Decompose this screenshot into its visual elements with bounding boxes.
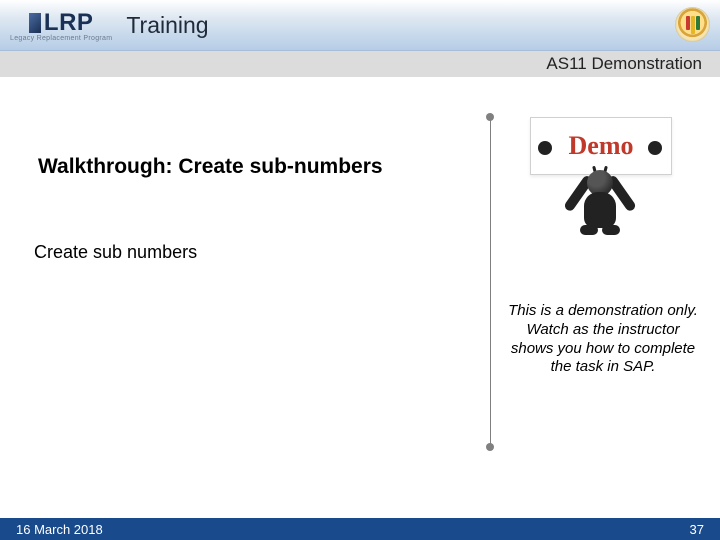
vertical-divider [490,117,491,447]
page-title: Training [126,12,208,39]
section-label: AS11 Demonstration [546,54,702,74]
seal-icon [675,7,710,42]
page-number: 37 [690,522,704,537]
demo-label: Demo [569,131,634,161]
step-text: Create sub numbers [34,242,197,263]
header-banner: LRP Legacy Replacement Program Training [0,0,720,51]
slide: LRP Legacy Replacement Program Training … [0,0,720,540]
content-area: Walkthrough: Create sub-numbers Create s… [0,77,720,519]
section-bar: AS11 Demonstration [0,51,720,77]
logo-icon: LRP [29,9,94,37]
demo-figure: Demo [520,117,680,247]
demonstration-note: This is a demonstration only. Watch as t… [504,302,702,377]
divider-dot-bottom [486,443,494,451]
walkthrough-heading: Walkthrough: Create sub-numbers [38,155,383,179]
logo-text: LRP [44,9,94,37]
footer-date: 16 March 2018 [16,522,103,537]
divider-dot-top [486,113,494,121]
logo: LRP Legacy Replacement Program [10,9,112,42]
logo-subtext: Legacy Replacement Program [10,35,112,42]
footer-bar: 16 March 2018 37 [0,518,720,540]
